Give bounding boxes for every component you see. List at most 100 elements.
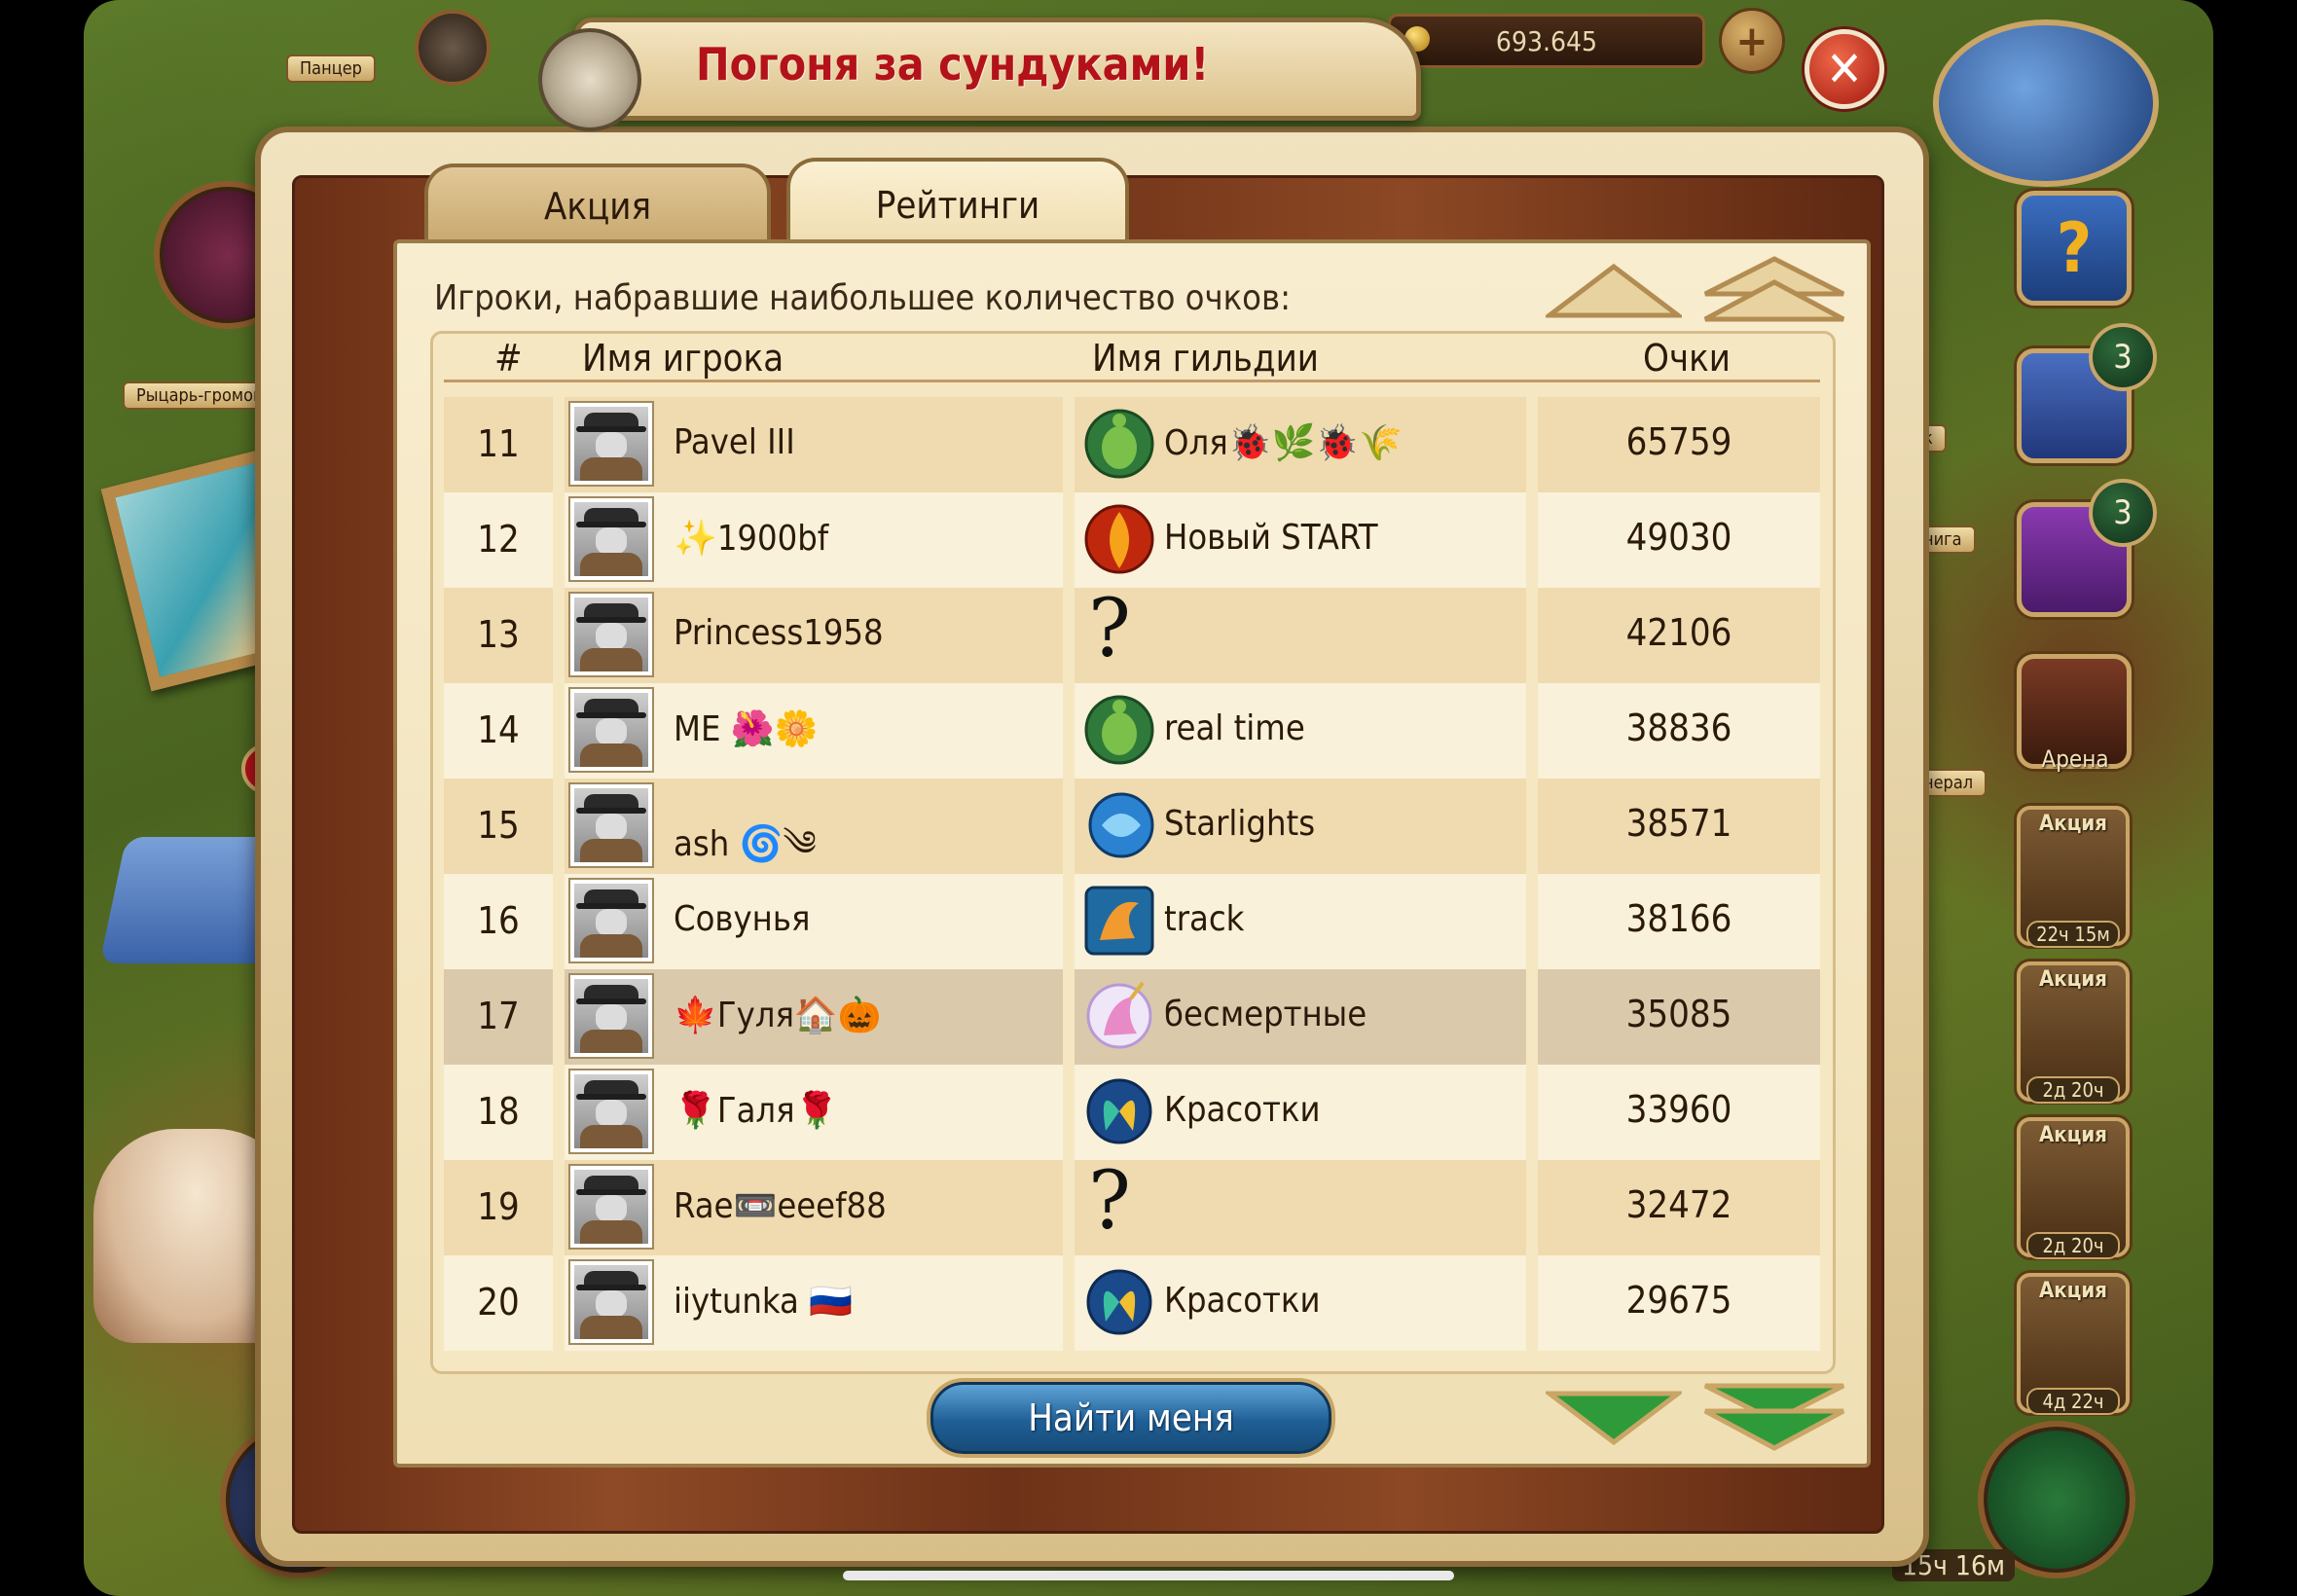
- home-indicator: [843, 1571, 1454, 1580]
- turtle-icon: [1082, 691, 1156, 769]
- player-name[interactable]: ME 🌺🌼: [674, 708, 818, 749]
- guild-name[interactable]: бесмертные: [1164, 995, 1367, 1034]
- rank-value: 13: [477, 613, 520, 656]
- guild-name[interactable]: track: [1164, 899, 1244, 939]
- score-value: 29675: [1625, 1279, 1732, 1322]
- guild-cell[interactable]: [1075, 588, 1526, 683]
- promo-tile-1[interactable]: Акция 22ч 15м: [2017, 806, 2130, 948]
- promo-timer: 2д 20ч: [2026, 1076, 2120, 1104]
- guild-cell[interactable]: [1075, 1160, 1526, 1255]
- dialog-title: Погоня за сундуками!: [696, 38, 1210, 91]
- player-name[interactable]: 🍁Гуля🏠🎃: [674, 995, 882, 1035]
- guild-name[interactable]: Красотки: [1164, 1281, 1321, 1321]
- player-name[interactable]: Rae📼eeef88: [674, 1185, 887, 1226]
- player-avatar[interactable]: [568, 401, 654, 487]
- gear-icon: [538, 28, 641, 131]
- player-name[interactable]: Совунья: [674, 899, 810, 939]
- table-header: # Имя игрока Имя гильдии Очки: [430, 331, 1830, 380]
- score-value: 49030: [1625, 516, 1732, 559]
- question-icon: ?: [1088, 1155, 1131, 1248]
- header-score: Очки: [1643, 337, 1731, 380]
- promo-title: Акция: [2038, 812, 2107, 836]
- player-avatar[interactable]: [568, 496, 654, 582]
- player-name[interactable]: Princess1958: [674, 613, 884, 653]
- table-row[interactable]: 15 ash 🌀༄ Starlights 38571: [444, 779, 1820, 874]
- table-row[interactable]: 14 ME 🌺🌼 real time 38836: [444, 683, 1820, 779]
- tab-promo[interactable]: Акция: [424, 163, 771, 245]
- rank-value: 14: [477, 708, 520, 751]
- coins-counter: 693.645: [1388, 14, 1705, 68]
- tab-ratings[interactable]: Рейтинги: [786, 158, 1129, 249]
- arena-label: Арена: [2041, 745, 2109, 773]
- unicorn-icon: [1082, 977, 1156, 1055]
- scroll-bottom-button[interactable]: [1701, 1382, 1847, 1452]
- rank-value: 15: [477, 804, 520, 847]
- promo-title: Акция: [2038, 1279, 2107, 1303]
- promo-tile-3[interactable]: Акция 2д 20ч: [2017, 1117, 2130, 1259]
- score-value: 35085: [1625, 993, 1732, 1035]
- table-row[interactable]: 18 🌹Галя🌹 Красотки 33960: [444, 1065, 1820, 1160]
- rank-value: 18: [477, 1090, 520, 1133]
- scroll-up-button[interactable]: [1546, 263, 1682, 319]
- promo-timer: 22ч 15м: [2026, 921, 2120, 948]
- promo-title: Акция: [2038, 1123, 2107, 1147]
- player-name[interactable]: iiytunka 🇷🇺: [674, 1281, 853, 1322]
- player-avatar[interactable]: [568, 1069, 654, 1154]
- score-value: 38836: [1625, 707, 1732, 749]
- score-value: 33960: [1625, 1088, 1732, 1131]
- guild-name[interactable]: real time: [1164, 708, 1305, 748]
- rank-value: 12: [477, 518, 520, 561]
- header-rank: #: [494, 337, 523, 380]
- promo-timer: 2д 20ч: [2026, 1232, 2120, 1259]
- close-button[interactable]: ✕: [1805, 29, 1884, 109]
- dialog-title-plate: Погоня за сундуками!: [538, 18, 1421, 131]
- phoenix-icon: [1082, 500, 1156, 578]
- player-avatar[interactable]: [568, 973, 654, 1059]
- player-name[interactable]: 🌹Галя🌹: [674, 1090, 838, 1131]
- score-value: 38166: [1625, 897, 1732, 940]
- table-row[interactable]: 13 Princess1958? 42106: [444, 588, 1820, 683]
- player-avatar[interactable]: [568, 1259, 654, 1345]
- header-divider: [444, 380, 1820, 382]
- guild-name[interactable]: Новый START: [1164, 518, 1378, 558]
- find-me-button[interactable]: Найти меня: [930, 1382, 1331, 1454]
- rank-value: 20: [477, 1281, 520, 1324]
- table-row[interactable]: 16 Совунья track 38166: [444, 874, 1820, 969]
- rank-value: 17: [477, 995, 520, 1037]
- table-row[interactable]: 12 ✨1900bf Новый START 49030: [444, 492, 1820, 588]
- table-row[interactable]: 19 Rae📼eeef88? 32472: [444, 1160, 1820, 1255]
- rank-value: 11: [477, 422, 520, 465]
- planet-icon: [1082, 786, 1156, 864]
- player-avatar[interactable]: [568, 878, 654, 963]
- player-name[interactable]: Pavel III: [674, 422, 795, 462]
- table-row[interactable]: 20 iiytunka 🇷🇺 Красотки 29675: [444, 1255, 1820, 1351]
- header-player: Имя игрока: [582, 337, 784, 380]
- promo-tile-4[interactable]: Акция 4д 22ч: [2017, 1273, 2130, 1415]
- rank-value: 16: [477, 899, 520, 942]
- score-value: 65759: [1625, 420, 1732, 463]
- player-avatar[interactable]: [568, 782, 654, 868]
- player-avatar[interactable]: [568, 1164, 654, 1250]
- turtle-icon: [1082, 405, 1156, 483]
- dragon-icon: [1082, 882, 1156, 960]
- guild-name[interactable]: Starlights: [1164, 804, 1315, 844]
- rank-value: 19: [477, 1185, 520, 1228]
- add-coins-button[interactable]: +: [1719, 8, 1785, 74]
- promo-timer: 4д 22ч: [2026, 1388, 2120, 1415]
- player-name[interactable]: ✨1900bf: [674, 518, 828, 559]
- table-row[interactable]: 11 Pavel III Оля🐞🌿🐞🌾 65759: [444, 397, 1820, 492]
- scroll-top-button[interactable]: [1701, 255, 1847, 323]
- promo-title: Акция: [2038, 967, 2107, 992]
- guild-name[interactable]: Оля🐞🌿🐞🌾: [1164, 422, 1403, 463]
- player-avatar[interactable]: [568, 687, 654, 773]
- player-avatar[interactable]: [568, 592, 654, 677]
- table-row[interactable]: 17 🍁Гуля🏠🎃 бесмертные 35085: [444, 969, 1820, 1065]
- camera-button[interactable]: [415, 10, 491, 86]
- news-badge: 3: [2089, 479, 2157, 547]
- ratings-subtitle: Игроки, набравшие наибольшее количество …: [434, 278, 1291, 318]
- question-icon: ?: [1088, 583, 1131, 675]
- help-button[interactable]: ?: [2017, 191, 2132, 306]
- promo-tile-2[interactable]: Акция 2д 20ч: [2017, 961, 2130, 1104]
- guild-name[interactable]: Красотки: [1164, 1090, 1321, 1130]
- scroll-down-button[interactable]: [1546, 1388, 1682, 1446]
